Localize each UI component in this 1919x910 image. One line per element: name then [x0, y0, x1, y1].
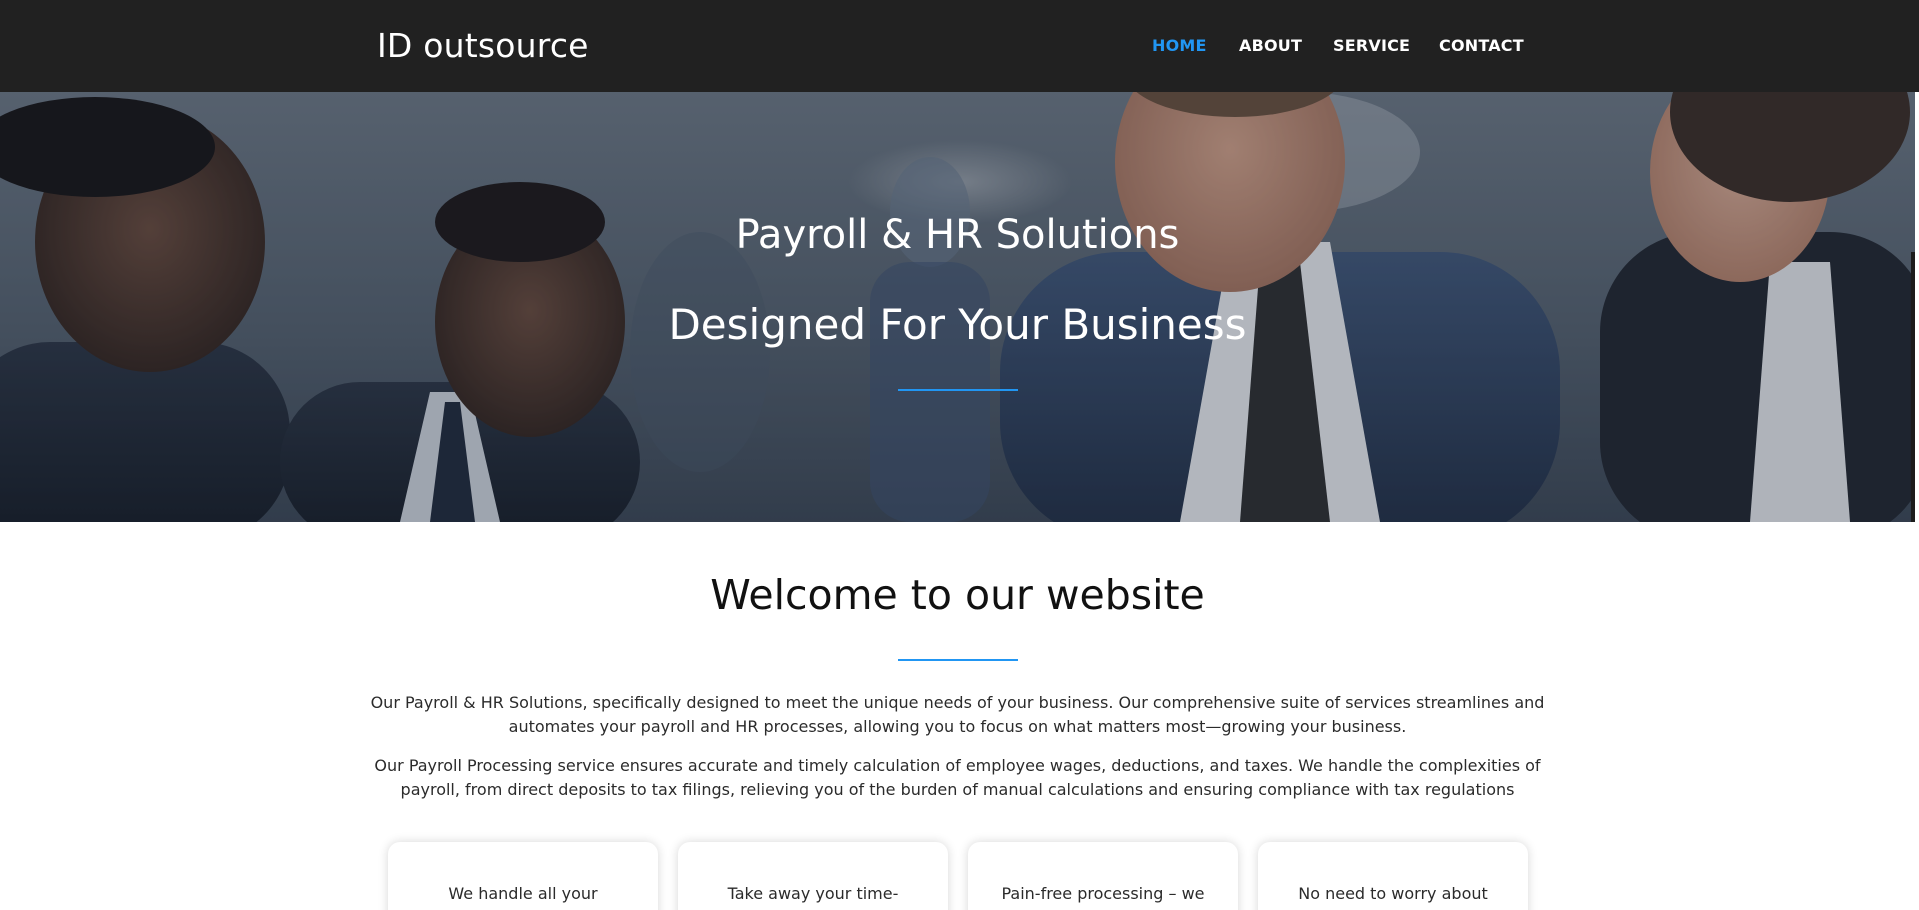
feature-card-text: Pain-free processing – we	[1001, 884, 1205, 903]
welcome-divider	[898, 659, 1018, 661]
nav-link-about[interactable]: ABOUT	[1239, 36, 1302, 55]
hero-title-line1: Payroll & HR Solutions	[735, 212, 1180, 258]
feature-card: No need to worry about	[1258, 842, 1528, 910]
nav-link-contact[interactable]: CONTACT	[1439, 36, 1524, 55]
feature-card: Pain-free processing – we	[968, 842, 1238, 910]
feature-card-text: We handle all your	[448, 884, 598, 903]
top-navbar: ID outsource HOME ABOUT SERVICE CONTACT	[0, 0, 1919, 92]
main-nav: HOME ABOUT SERVICE CONTACT	[0, 36, 1919, 56]
feature-card: Take away your time-	[678, 842, 948, 910]
hero-title-line2: Designed For Your Business	[668, 300, 1247, 349]
nav-link-home[interactable]: HOME	[1152, 36, 1207, 55]
nav-link-service[interactable]: SERVICE	[1333, 36, 1410, 55]
hero-banner: Payroll & HR Solutions Designed For Your…	[0, 92, 1915, 522]
feature-card-text: No need to worry about	[1298, 884, 1488, 903]
feature-card: We handle all your	[388, 842, 658, 910]
hero-divider	[898, 389, 1018, 391]
welcome-title: Welcome to our website	[710, 571, 1205, 619]
welcome-paragraph-1: Our Payroll & HR Solutions, specifically…	[370, 693, 1545, 736]
welcome-paragraph-2: Our Payroll Processing service ensures a…	[374, 756, 1541, 799]
feature-card-text: Take away your time-	[727, 884, 899, 903]
hero-edge-shadow	[1911, 252, 1915, 522]
